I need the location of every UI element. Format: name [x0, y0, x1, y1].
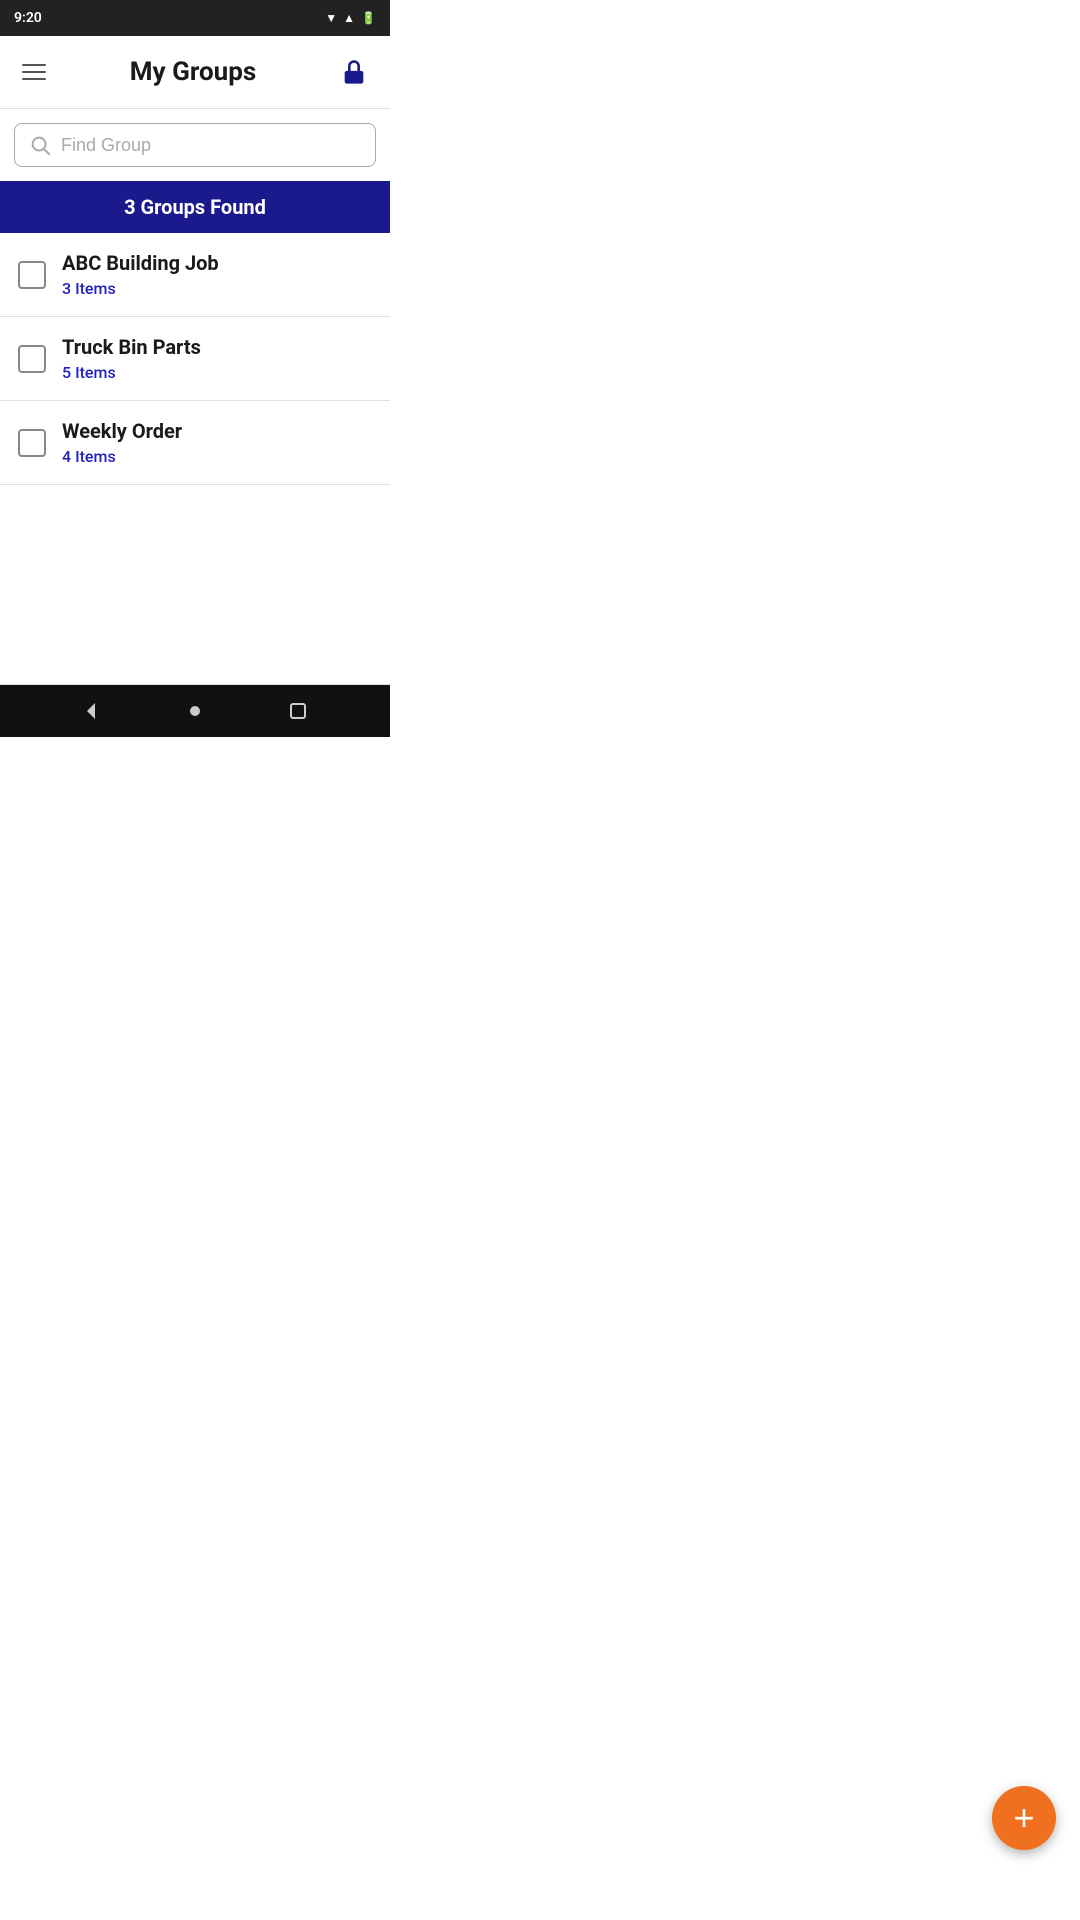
search-input[interactable]: [61, 135, 361, 156]
list-item: Weekly Order 4 Items: [0, 401, 390, 485]
search-container: [0, 109, 390, 181]
back-icon: [80, 699, 104, 723]
signal-icon: ▲: [343, 11, 355, 25]
app-header: My Groups: [0, 36, 390, 109]
menu-button[interactable]: [18, 60, 50, 84]
group-name-1: ABC Building Job: [62, 251, 219, 275]
group-count-1: 3 Items: [62, 279, 219, 298]
results-banner: 3 Groups Found: [0, 181, 390, 233]
search-box: [14, 123, 376, 167]
group-count-2: 5 Items: [62, 363, 201, 382]
list-item: Truck Bin Parts 5 Items: [0, 317, 390, 401]
group-list: ABC Building Job 3 Items Truck Bin Parts…: [0, 233, 390, 685]
group-checkbox-1[interactable]: [18, 261, 46, 289]
back-button[interactable]: [80, 699, 104, 723]
bottom-nav-bar: [0, 685, 390, 737]
list-item: ABC Building Job 3 Items: [0, 233, 390, 317]
add-group-button[interactable]: +: [992, 1786, 1056, 1850]
page-title: My Groups: [130, 57, 256, 87]
wifi-icon: ▼: [325, 11, 337, 25]
status-bar: 9:20 ▼ ▲ 🔋: [0, 0, 390, 36]
group-count-3: 4 Items: [62, 447, 182, 466]
status-icons: ▼ ▲ 🔋: [325, 11, 376, 25]
status-time: 9:20: [14, 10, 42, 26]
status-left: 9:20: [14, 10, 42, 26]
home-icon: [183, 699, 207, 723]
group-name-3: Weekly Order: [62, 419, 182, 443]
recents-icon: [286, 699, 310, 723]
recents-button[interactable]: [286, 699, 310, 723]
search-icon: [29, 134, 51, 156]
group-checkbox-3[interactable]: [18, 429, 46, 457]
lock-button[interactable]: [336, 54, 372, 90]
empty-area: [0, 485, 390, 685]
battery-icon: 🔋: [361, 11, 376, 25]
group-checkbox-2[interactable]: [18, 345, 46, 373]
home-button[interactable]: [183, 699, 207, 723]
group-name-2: Truck Bin Parts: [62, 335, 201, 359]
